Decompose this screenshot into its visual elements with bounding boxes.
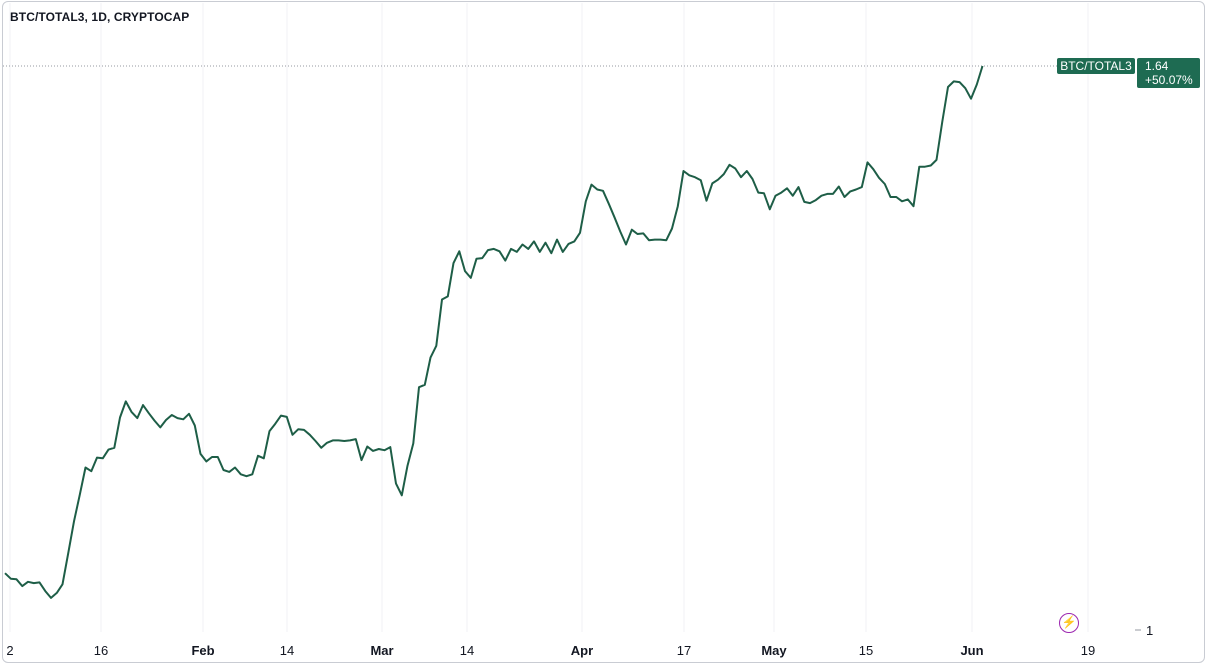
x-tick-label: 19: [1081, 643, 1095, 658]
x-axis-ticks: 2 16 Feb 14 Mar 14 Apr 17 May 15 Jun 19: [6, 643, 1095, 658]
x-tick-label: Feb: [191, 643, 214, 658]
last-price-tag: 1.64 +50.07%: [1137, 58, 1200, 88]
last-price-value: 1.64: [1145, 59, 1169, 73]
grid-lines: [9, 3, 1089, 632]
x-tick-label: 16: [94, 643, 108, 658]
series-lines: [4, 65, 984, 599]
lightning-icon[interactable]: ⚡: [1059, 613, 1079, 633]
x-tick-label: May: [761, 643, 787, 658]
chart-canvas[interactable]: 2 16 Feb 14 Mar 14 Apr 17 May 15 Jun 19 1: [0, 0, 1207, 666]
x-tick-label: 14: [460, 643, 474, 658]
x-tick-label: Mar: [370, 643, 393, 658]
x-tick-label: Apr: [571, 643, 593, 658]
x-tick-label: 15: [859, 643, 873, 658]
x-tick-label: 14: [280, 643, 294, 658]
price-change-percent: +50.07%: [1145, 73, 1193, 87]
y-tick-label: 1: [1146, 623, 1153, 638]
symbol-price-tag: BTC/TOTAL3: [1057, 58, 1135, 74]
series-line-btc-total3: [4, 65, 984, 599]
x-tick-label: Jun: [960, 643, 983, 658]
x-tick-label: 2: [6, 643, 13, 658]
y-axis-ticks: 1: [1135, 623, 1153, 638]
chart-title: BTC/TOTAL3, 1D, CRYPTOCAP: [10, 10, 190, 24]
x-tick-label: 17: [677, 643, 691, 658]
